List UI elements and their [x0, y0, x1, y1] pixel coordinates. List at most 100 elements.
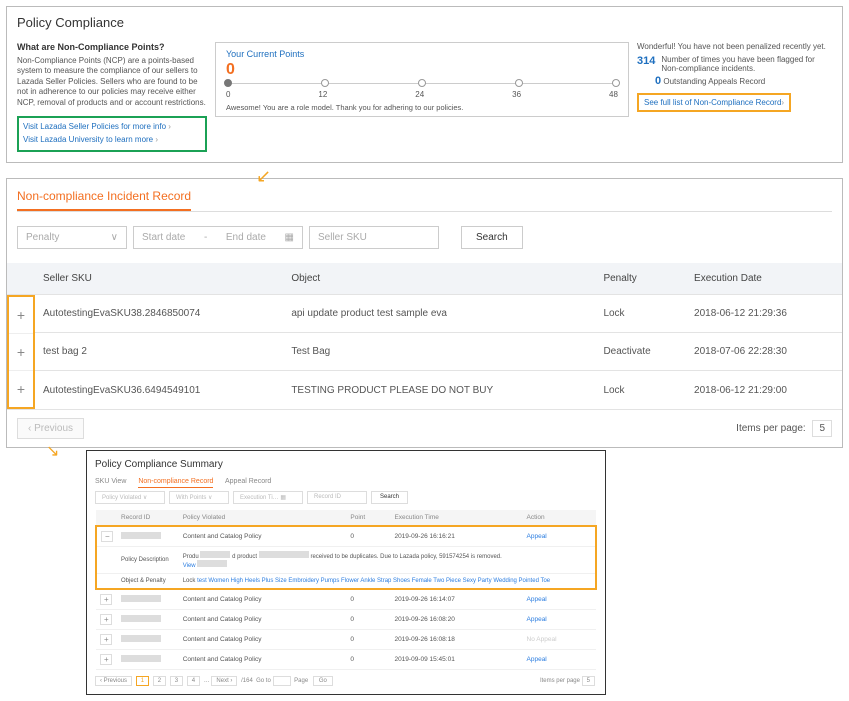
page-3[interactable]: 3 — [170, 676, 183, 686]
time-cell: 2019-09-26 16:08:18 — [390, 629, 522, 649]
ncp-question: What are Non-Compliance Points? — [17, 42, 207, 52]
expand-button[interactable]: + — [9, 371, 33, 407]
record-footer: ‹ Previous Items per page: 5 — [7, 410, 842, 447]
summary-table: Record ID Policy Violated Point Executio… — [95, 510, 597, 670]
record-title: Non-compliance Incident Record — [17, 189, 191, 211]
calendar-icon: ▦ — [285, 232, 294, 243]
green-link-box: Visit Lazada Seller Policies for more in… — [17, 116, 207, 152]
expand-button[interactable]: + — [100, 634, 112, 645]
time-cell: 2019-09-26 16:16:21 — [390, 526, 522, 547]
incident-record-panel: Non-compliance Incident Record Penalty ∨… — [6, 178, 843, 448]
outstanding-text: Outstanding Appeals Record — [663, 77, 765, 86]
collapse-button[interactable]: − — [101, 531, 113, 542]
with-points-dropdown[interactable]: With Points ∨ — [169, 491, 229, 504]
points-label: Your Current Points — [226, 49, 618, 59]
point-cell: 0 — [346, 649, 390, 669]
pager-goto-label: Go to — [256, 678, 271, 684]
record-id-cell — [121, 635, 161, 642]
cell-sku: test bag 2 — [35, 333, 283, 371]
seller-sku-input[interactable]: Seller SKU — [309, 226, 439, 249]
time-cell: 2019-09-26 16:08:20 — [390, 609, 522, 629]
col-point: Point — [346, 510, 390, 526]
cell-date: 2018-06-12 21:29:36 — [686, 294, 842, 332]
point-cell: 0 — [346, 629, 390, 649]
policy-cell: Content and Catalog Policy — [179, 629, 347, 649]
tab-non-compliance[interactable]: Non-compliance Record — [138, 478, 213, 488]
appeal-link[interactable]: Appeal — [523, 609, 596, 629]
policy-cell: Content and Catalog Policy — [179, 526, 347, 547]
expand-button[interactable]: + — [100, 654, 112, 665]
point-cell: 0 — [346, 609, 390, 629]
expand-button[interactable]: + — [9, 334, 33, 371]
goto-input[interactable] — [273, 676, 291, 686]
cell-sku: AutotestingEvaSKU36.6494549101 — [35, 371, 283, 409]
policy-cell: Content and Catalog Policy — [179, 649, 347, 669]
amber-full-list-box: See full list of Non-Compliance Record — [637, 93, 791, 112]
page-2[interactable]: 2 — [153, 676, 166, 686]
col-exec-time: Execution Time — [390, 510, 522, 526]
cell-date: 2018-07-06 22:28:30 — [686, 333, 842, 371]
search-button[interactable]: Search — [461, 226, 523, 249]
view-link[interactable]: View — [183, 563, 196, 569]
policy-description-label: Policy Description — [117, 546, 179, 573]
cell-object: TESTING PRODUCT PLEASE DO NOT BUY — [283, 371, 595, 409]
incident-table: Seller SKU Object Penalty Execution Date… — [7, 263, 842, 410]
go-button[interactable]: Go — [313, 676, 333, 686]
page-4[interactable]: 4 — [187, 676, 200, 686]
record-filters: Penalty ∨ Start date- End date ▦ Seller … — [7, 212, 842, 263]
tick-12: 12 — [318, 90, 327, 99]
pager-total: /164 — [241, 678, 253, 684]
date-range-input[interactable]: Start date- End date ▦ — [133, 226, 303, 249]
pager-next[interactable]: Next › — [211, 676, 237, 686]
object-penalty-label: Object & Penalty — [117, 573, 179, 589]
appeal-link[interactable]: Appeal — [523, 589, 596, 610]
appeal-link[interactable]: Appeal — [523, 649, 596, 669]
summary-filters: Policy Violated ∨ With Points ∨ Executio… — [95, 491, 597, 504]
items-per-page-value[interactable]: 5 — [812, 420, 832, 437]
previous-button[interactable]: ‹ Previous — [17, 418, 84, 439]
col-execution-date: Execution Date — [686, 263, 842, 295]
cell-penalty: Lock — [595, 371, 686, 409]
cell-object: Test Bag — [283, 333, 595, 371]
outstanding-count: 0 — [655, 75, 661, 87]
points-scale — [228, 83, 616, 84]
role-model-text: Awesome! You are a role model. Thank you… — [226, 103, 618, 112]
policy-compliance-panel: Policy Compliance What are Non-Complianc… — [6, 6, 843, 163]
cell-object: api update product test sample eva — [283, 294, 595, 332]
link-full-compliance-record[interactable]: See full list of Non-Compliance Record — [644, 98, 784, 107]
wonderful-text: Wonderful! You have not been penalized r… — [637, 42, 832, 51]
tab-sku-view[interactable]: SKU View — [95, 478, 126, 485]
policy-cell: Content and Catalog Policy — [179, 609, 347, 629]
record-id-cell — [121, 615, 161, 622]
policy-violated-dropdown[interactable]: Policy Violated ∨ — [95, 491, 165, 504]
policy-cell: Content and Catalog Policy — [179, 589, 347, 610]
expand-column-box: + + + — [7, 295, 35, 409]
record-id-input[interactable]: Record ID — [307, 491, 367, 504]
appeal-link[interactable]: Appeal — [523, 526, 596, 547]
flagged-count: 314 — [637, 55, 655, 67]
cell-penalty: Lock — [595, 294, 686, 332]
highlighted-row-group: − Content and Catalog Policy 0 2019-09-2… — [96, 526, 596, 589]
expand-button[interactable]: + — [100, 594, 112, 605]
product-link[interactable]: test Women High Heels Plus Size Embroide… — [197, 578, 550, 584]
expand-button[interactable]: + — [9, 297, 33, 334]
summary-ipp-value[interactable]: 5 — [582, 676, 595, 686]
page-1[interactable]: 1 — [136, 676, 149, 686]
col-action: Action — [523, 510, 596, 526]
pager-prev[interactable]: ‹ Previous — [95, 676, 132, 686]
summary-search-button[interactable]: Search — [371, 491, 408, 504]
link-seller-policies[interactable]: Visit Lazada Seller Policies for more in… — [23, 121, 201, 134]
expand-button[interactable]: + — [100, 614, 112, 625]
link-lazada-university[interactable]: Visit Lazada University to learn more — [23, 134, 201, 147]
points-value: 0 — [226, 61, 618, 79]
execution-time-input[interactable]: Execution Ti… ▦ — [233, 491, 303, 504]
record-id-cell — [121, 595, 161, 602]
penalty-summary-block: Wonderful! You have not been penalized r… — [637, 42, 832, 112]
tab-appeal-record[interactable]: Appeal Record — [225, 478, 271, 485]
summary-title: Policy Compliance Summary — [95, 459, 597, 470]
object-penalty-text: Lock test Women High Heels Plus Size Emb… — [179, 573, 596, 589]
ncp-description: Non-Compliance Points (NCP) are a points… — [17, 56, 207, 108]
tick-24: 24 — [415, 90, 424, 99]
no-appeal-text: No Appeal — [523, 629, 596, 649]
penalty-dropdown[interactable]: Penalty ∨ — [17, 226, 127, 249]
